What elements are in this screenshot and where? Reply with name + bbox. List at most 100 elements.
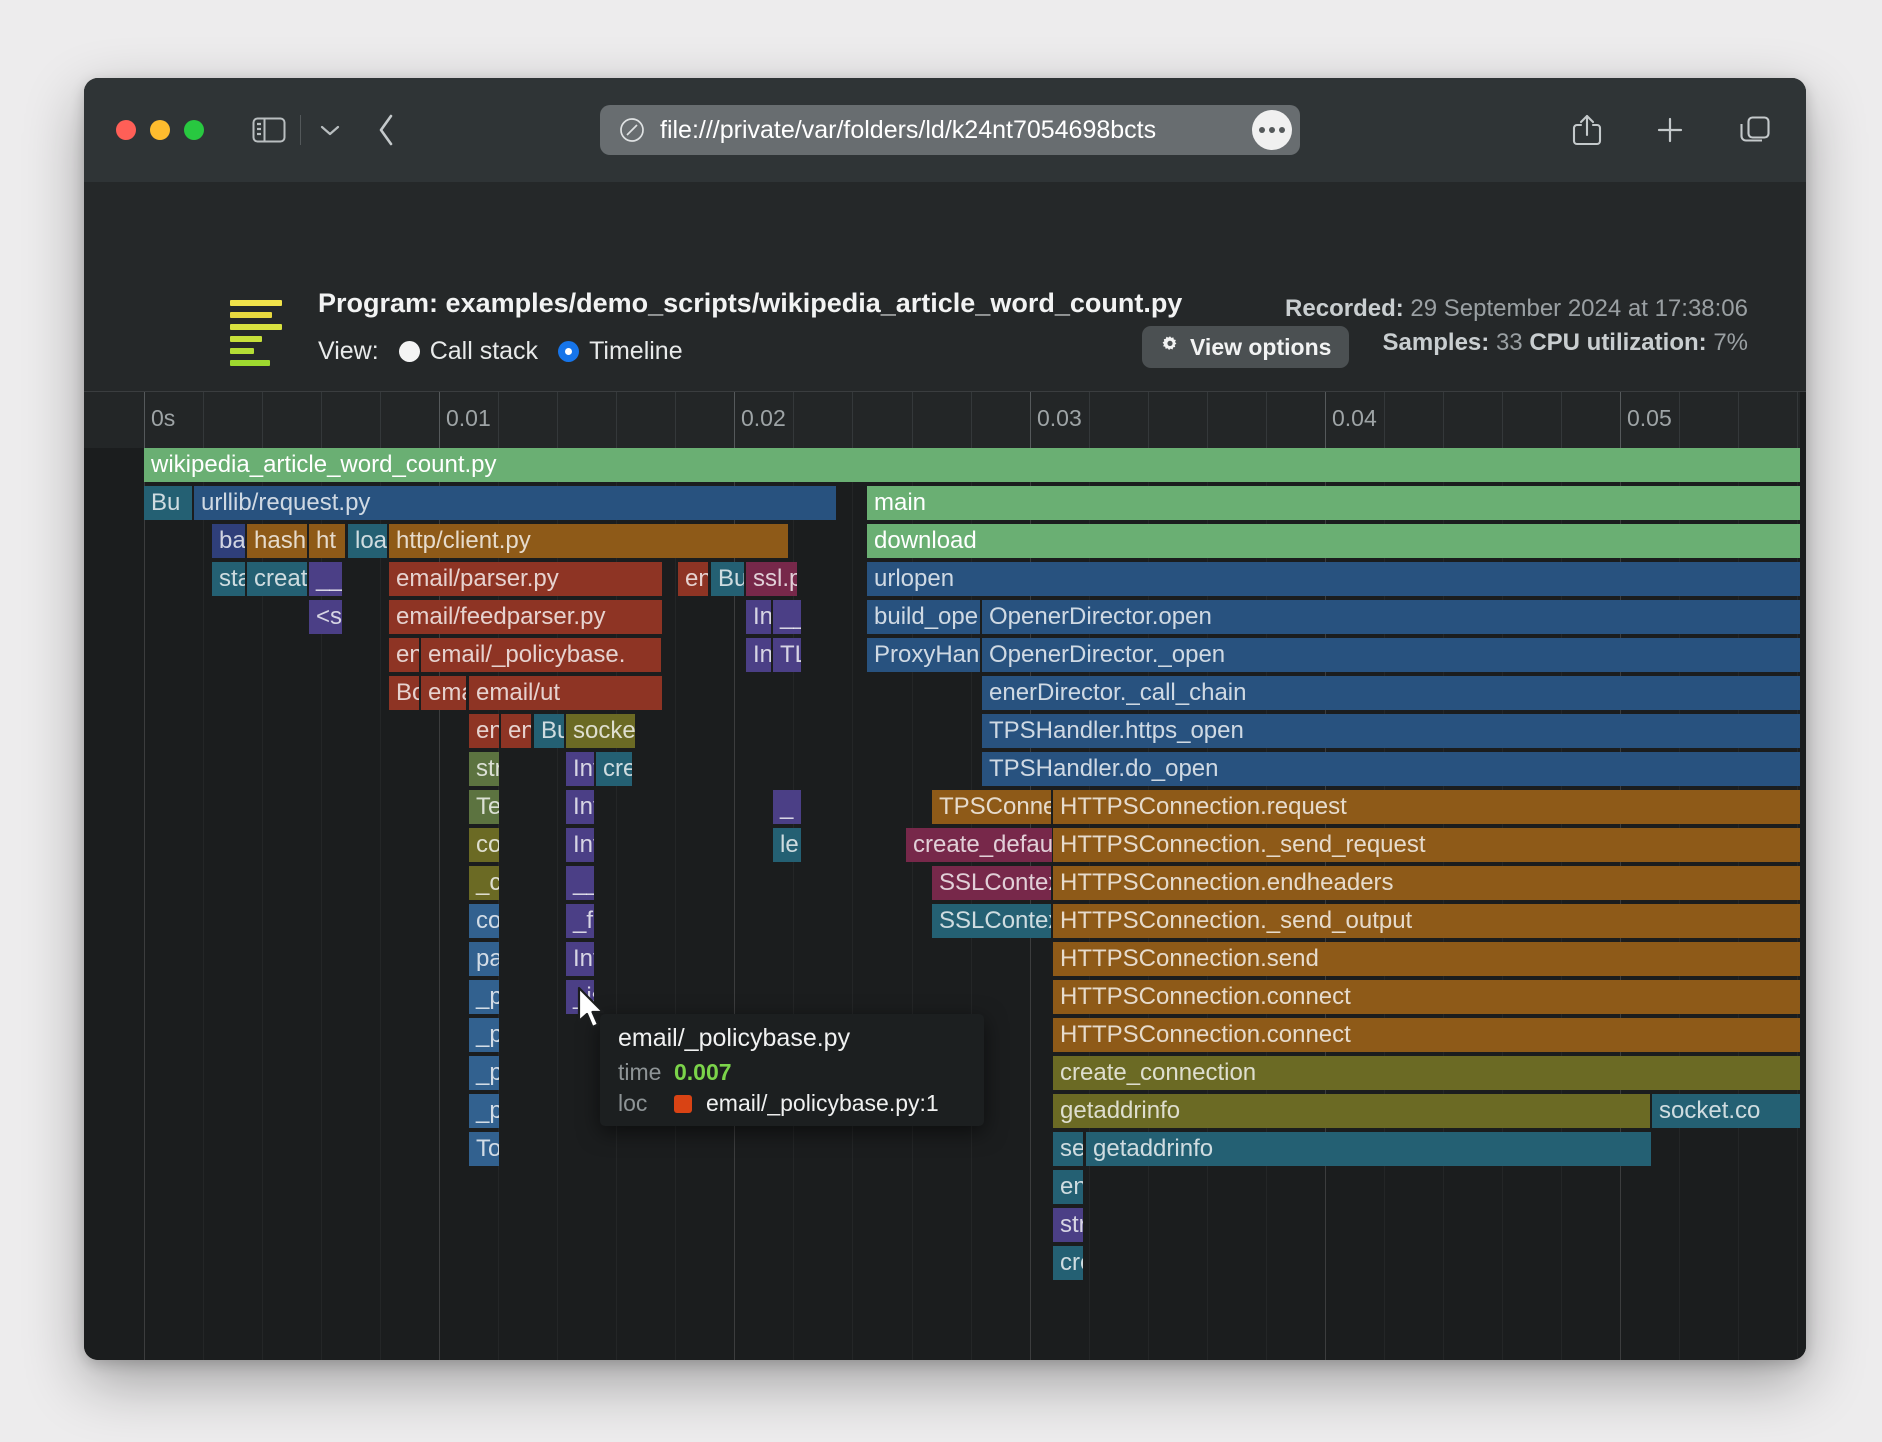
flamegraph-frame[interactable]: Bu (711, 562, 744, 596)
flamegraph-frame[interactable]: en (389, 638, 419, 672)
axis-tick-label: 0.04 (1325, 405, 1377, 432)
flamegraph-frame[interactable]: _p (469, 1094, 499, 1128)
flamegraph-frame[interactable]: HTTPSConnection.connect (1053, 1018, 1804, 1052)
flamegraph-frame[interactable]: se (1053, 1132, 1083, 1166)
flamegraph-frame[interactable]: str (1053, 1208, 1083, 1242)
radio-call-stack-indicator[interactable] (399, 341, 420, 362)
flamegraph-frame[interactable]: sta (212, 562, 245, 596)
flamegraph-frame[interactable]: TPSHandler.do_open (982, 752, 1804, 786)
flamegraph-frame[interactable]: le (773, 828, 801, 862)
flamegraph-frame[interactable]: co (469, 904, 499, 938)
flamegraph-frame[interactable]: _c (469, 866, 499, 900)
flamegraph-frame[interactable]: build_ope (867, 600, 980, 634)
flamegraph-frame[interactable]: TPSConnecti (932, 790, 1051, 824)
flamegraph-frame[interactable]: _p (469, 1018, 499, 1052)
flamegraph-frame[interactable]: wikipedia_article_word_count.py (144, 448, 1804, 482)
zoom-window-button[interactable] (184, 120, 204, 140)
flamegraph-frame[interactable]: co (469, 828, 499, 862)
address-bar[interactable]: file:///private/var/folders/ld/k24nt7054… (600, 105, 1300, 155)
flamegraph-frame[interactable]: HTTPSConnection.send (1053, 942, 1804, 976)
flamegraph-frame[interactable]: HTTPSConnection.connect (1053, 980, 1804, 1014)
flamegraph-frame[interactable]: _fi (566, 904, 594, 938)
flamegraph-frame[interactable]: urlopen (867, 562, 1804, 596)
flamegraph-frame[interactable]: TPSHandler.https_open (982, 714, 1804, 748)
flamegraph-frame[interactable]: HTTPSConnection._send_output (1053, 904, 1804, 938)
flamegraph-frame[interactable]: socke (566, 714, 635, 748)
flamegraph-frame[interactable]: en (501, 714, 531, 748)
flamegraph-frame[interactable]: ht (309, 524, 345, 558)
flamegraph-frame[interactable]: pa (469, 942, 499, 976)
flamegraph-frame[interactable]: TL (773, 638, 801, 672)
chevron-down-icon[interactable] (319, 123, 341, 137)
radio-call-stack[interactable]: Call stack (399, 337, 538, 366)
flamegraph[interactable]: wikipedia_article_word_count.pyBuurllib/… (84, 448, 1806, 1360)
flamegraph-frame[interactable]: http/client.py (389, 524, 788, 558)
flamegraph-frame[interactable]: Int (746, 638, 771, 672)
flamegraph-frame[interactable]: ssl.py (746, 562, 797, 596)
flamegraph-frame[interactable]: hash (247, 524, 307, 558)
flamegraph-frame[interactable]: download (867, 524, 1804, 558)
flamegraph-frame[interactable]: __ (309, 562, 342, 596)
flamegraph-frame[interactable]: loa (348, 524, 387, 558)
flamegraph-frame[interactable]: Int (746, 600, 771, 634)
flamegraph-frame[interactable]: HTTPSConnection.request (1053, 790, 1804, 824)
flamegraph-frame[interactable]: getaddrinfo (1086, 1132, 1651, 1166)
sidebar-icon[interactable] (252, 116, 286, 144)
flamegraph-frame[interactable]: email/_policybase. (421, 638, 661, 672)
flamegraph-frame[interactable]: To (469, 1132, 499, 1166)
flamegraph-frame[interactable]: str (469, 752, 499, 786)
flamegraph-frame[interactable]: en (469, 714, 499, 748)
flamegraph-frame[interactable]: OpenerDirector.open (982, 600, 1804, 634)
radio-timeline-indicator[interactable] (558, 341, 579, 362)
flamegraph-frame[interactable]: create_connection (1053, 1056, 1804, 1090)
flamegraph-frame[interactable]: <s (309, 600, 342, 634)
flamegraph-frame[interactable]: creat (247, 562, 307, 596)
flamegraph-frame[interactable]: create_default_ (906, 828, 1052, 862)
flamegraph-frame[interactable]: socket.co (1652, 1094, 1804, 1128)
ellipsis-icon[interactable] (1252, 110, 1292, 150)
flamegraph-frame[interactable]: _is (566, 980, 594, 1014)
flamegraph-frame[interactable]: Int (566, 790, 594, 824)
flamegraph-frame[interactable]: cre (596, 752, 632, 786)
tabs-icon[interactable] (1738, 114, 1772, 146)
flamegraph-frame[interactable]: __ (566, 866, 594, 900)
flamegraph-frame[interactable]: Te (469, 790, 499, 824)
flamegraph-frame[interactable]: Bu (144, 486, 192, 520)
flamegraph-frame[interactable]: Bu (534, 714, 564, 748)
flamegraph-frame[interactable]: cre (1053, 1246, 1083, 1280)
flamegraph-frame[interactable]: main (867, 486, 1804, 520)
minimize-window-button[interactable] (150, 120, 170, 140)
flamegraph-frame[interactable]: email/ut (469, 676, 662, 710)
flamegraph-frame[interactable]: urllib/request.py (194, 486, 836, 520)
radio-timeline[interactable]: Timeline (558, 337, 683, 366)
flamegraph-frame[interactable]: HTTPSConnection._send_request (1053, 828, 1804, 862)
back-chevron-icon[interactable] (377, 113, 397, 147)
flamegraph-frame[interactable]: Bo (389, 676, 419, 710)
flamegraph-frame[interactable]: __ (773, 600, 801, 634)
flamegraph-frame[interactable]: _p (469, 1056, 499, 1090)
flamegraph-frame[interactable]: SSLContext.s (932, 904, 1051, 938)
close-window-button[interactable] (116, 120, 136, 140)
flamegraph-frame[interactable]: email/parser.py (389, 562, 662, 596)
flamegraph-frame[interactable]: OpenerDirector._open (982, 638, 1804, 672)
flamegraph-frame[interactable]: getaddrinfo (1053, 1094, 1650, 1128)
flamegraph-frame[interactable]: _p (469, 980, 499, 1014)
flamegraph-frame[interactable]: _ (773, 790, 801, 824)
flamegraph-frame[interactable]: email/feedparser.py (389, 600, 662, 634)
flamegraph-frame[interactable]: Int (566, 752, 594, 786)
share-icon[interactable] (1572, 113, 1602, 147)
tooltip-color-swatch (674, 1095, 692, 1113)
flamegraph-frame[interactable]: Int (566, 828, 594, 862)
flamegraph-frame[interactable]: ba (212, 524, 245, 558)
flamegraph-frame[interactable]: emai (421, 676, 466, 710)
plus-icon[interactable] (1654, 114, 1686, 146)
flamegraph-frame[interactable]: SSLContext.lo (932, 866, 1051, 900)
flamegraph-frame[interactable]: Int (566, 942, 594, 976)
flamegraph-frame[interactable]: ProxyHan (867, 638, 980, 672)
flamegraph-frame[interactable]: HTTPSConnection.endheaders (1053, 866, 1804, 900)
timeline-panel[interactable]: 0s0.010.020.030.040.05 wikipedia_article… (84, 392, 1806, 1360)
flamegraph-frame[interactable]: enerDirector._call_chain (982, 676, 1804, 710)
flamegraph-frame[interactable]: en (678, 562, 708, 596)
flamegraph-frame[interactable]: en (1053, 1170, 1083, 1204)
radio-timeline-label: Timeline (589, 337, 683, 366)
